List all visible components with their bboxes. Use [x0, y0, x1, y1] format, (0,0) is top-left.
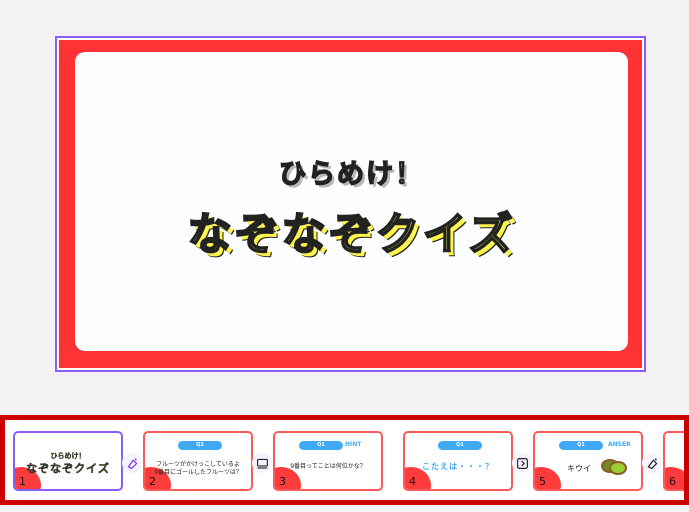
- slide-number: 1: [19, 475, 26, 488]
- slide-thumbnail-2[interactable]: Q1 フルーツがかけっこしているよ 9番目にゴールしたフルーツは？ 2: [143, 431, 253, 491]
- answer-label: ANSER: [608, 441, 631, 448]
- thumb-decoration: [665, 467, 684, 489]
- thumb-answer-prompt: こたえは・・・？: [422, 462, 494, 471]
- transition-button-1[interactable]: [122, 453, 142, 473]
- slide-canvas[interactable]: ひらめけ！ なぞなぞクイズ: [59, 40, 642, 368]
- slide-number: 3: [279, 475, 286, 488]
- question-badge: Q1: [178, 441, 222, 450]
- hint-label: HINT: [345, 441, 362, 448]
- thumb-question-line-2: 9番目にゴールしたフルーツは？: [154, 469, 242, 476]
- question-badge: Q1: [438, 441, 482, 450]
- slide-thumbnail-3[interactable]: Q1 HINT 9番目ってことは何位かな？ 3: [273, 431, 383, 491]
- slide-content-area: ひらめけ！ なぞなぞクイズ: [75, 52, 628, 351]
- transition-button-4[interactable]: [512, 453, 532, 473]
- thumb-hint-line: 9番目ってことは何位かな？: [290, 463, 366, 470]
- transition-push-icon: [516, 457, 528, 469]
- transition-magic-icon: [127, 457, 137, 469]
- slide-number: 6: [669, 475, 676, 488]
- current-slide-frame[interactable]: ひらめけ！ なぞなぞクイズ: [55, 36, 646, 372]
- slide-title[interactable]: なぞなぞクイズ: [75, 198, 628, 262]
- thumb-title: なぞなぞクイズ: [26, 462, 110, 475]
- thumb-decoration: [275, 467, 301, 489]
- slide-thumbnail-1[interactable]: ひらめけ！ なぞなぞクイズ 1: [13, 431, 123, 491]
- slide-number: 2: [149, 475, 156, 488]
- transition-button-5[interactable]: [642, 453, 662, 473]
- slide-filmstrip: ひらめけ！ なぞなぞクイズ 1 Q1 フルーツがかけっこしているよ 9番目にゴー…: [0, 415, 689, 505]
- transition-magic-icon: [647, 457, 657, 469]
- slide-thumbnail-6[interactable]: 6: [663, 431, 684, 491]
- slide-number: 5: [539, 475, 546, 488]
- transition-slide-icon: [256, 458, 268, 469]
- slide-thumbnail-5[interactable]: Q1 ANSER キウイ 5: [533, 431, 643, 491]
- kiwi-slice-image: [609, 461, 627, 475]
- slide-number: 4: [409, 475, 416, 488]
- slide-subtitle[interactable]: ひらめけ！: [75, 152, 628, 191]
- transition-button-2[interactable]: [252, 453, 272, 473]
- question-badge: Q1: [299, 441, 343, 450]
- slide-thumbnail-4[interactable]: Q1 こたえは・・・？ 4: [403, 431, 513, 491]
- question-badge: Q1: [559, 441, 603, 450]
